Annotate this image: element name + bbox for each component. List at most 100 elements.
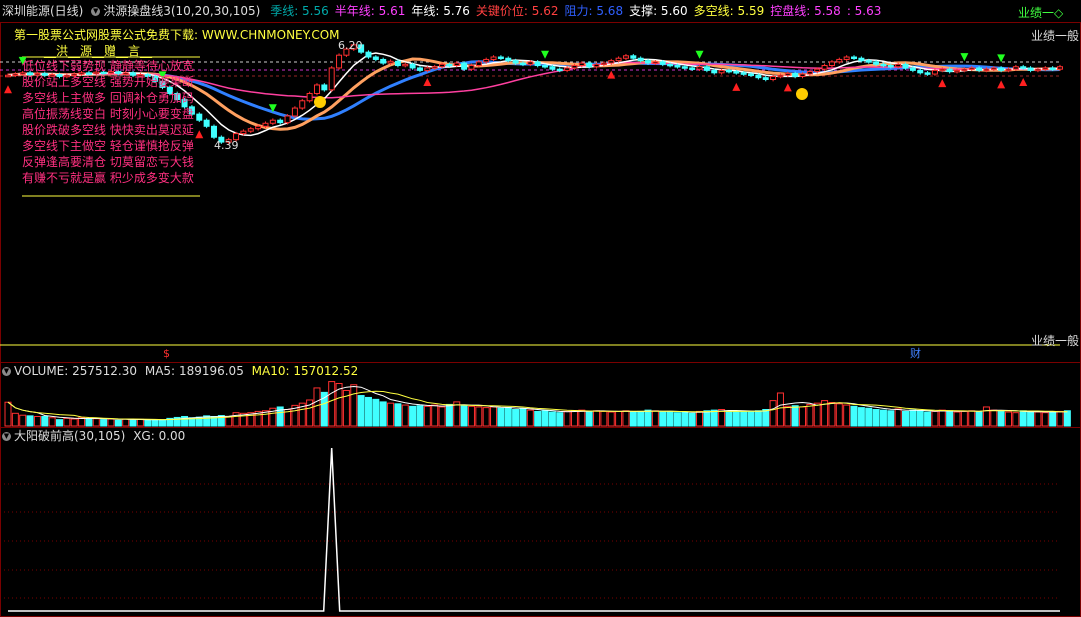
volume-bar (1034, 411, 1042, 427)
candle-body (976, 67, 983, 71)
candle-body (1042, 67, 1049, 70)
buy-arrow-icon (938, 79, 947, 88)
poem-title: __洪__源__赠__言__ (44, 44, 153, 58)
volume-bar (946, 410, 954, 427)
volume-bar (666, 410, 674, 427)
sell-arrow-icon (695, 50, 704, 59)
candle-body (946, 68, 953, 73)
volume-bar (394, 403, 402, 427)
volume-bar (357, 395, 365, 427)
candle-body (1027, 67, 1034, 71)
ma5-label: MA5: (144, 364, 176, 378)
volume-bar (791, 405, 799, 427)
volume-bar (379, 401, 387, 427)
candle-body (895, 63, 902, 68)
candle-body (931, 69, 938, 75)
candle-body (328, 67, 335, 91)
ma10-value: 157012.52 (293, 364, 359, 378)
candle-body (924, 72, 931, 75)
xg-value: 0.00 (158, 429, 186, 443)
volume-bar (725, 410, 733, 427)
volume-bar (445, 403, 453, 427)
volume-bar (696, 410, 704, 427)
buy-arrow-icon (423, 77, 432, 86)
volume-bar (902, 410, 910, 427)
volume-bar (637, 410, 645, 427)
candle-body (336, 54, 343, 69)
volume-bar (48, 417, 56, 427)
candle-body (505, 57, 512, 62)
candle-body (858, 57, 865, 62)
volume-bar (548, 411, 556, 427)
volume-bar (784, 405, 792, 427)
volume-bar (828, 402, 836, 427)
volume-bar (387, 402, 395, 427)
candle-body (306, 92, 313, 102)
sell-arrow-icon (960, 53, 969, 62)
volume-bar (570, 410, 578, 427)
volume-bar (1049, 411, 1057, 427)
buy-arrow-icon (4, 85, 12, 94)
candle-body (512, 60, 519, 64)
candle-body (578, 62, 585, 67)
candle-body (718, 69, 725, 74)
candle-body (887, 65, 894, 68)
candle-body (806, 71, 813, 75)
volume-bar (850, 405, 858, 427)
poem-line: 股价站上多空线 强势开始要果断 (22, 75, 194, 89)
candle-body (733, 71, 740, 74)
candle-body (277, 119, 284, 124)
volume-bar (92, 418, 100, 427)
performance-tag-top: 业绩一般 (1031, 29, 1080, 43)
candle-body (284, 115, 291, 124)
volume-bar (806, 403, 814, 427)
volume-bar (41, 415, 49, 427)
candle-body (439, 63, 446, 68)
finance-mark[interactable]: 财 (910, 346, 921, 362)
volume-bar (600, 410, 608, 427)
candle-body (5, 74, 11, 78)
candle-body (784, 72, 791, 76)
poem-line: 低位线下弱势现 静静等待心放宽 (22, 59, 194, 73)
candle-body (431, 66, 438, 69)
candle-body (637, 57, 644, 62)
volume-bar (990, 409, 998, 427)
volume-bar (607, 411, 615, 427)
candle-body (556, 68, 563, 72)
volume-bar (688, 412, 696, 427)
volume-bar (541, 410, 549, 427)
min-price-label: 4.39 (214, 139, 239, 152)
candle-body (453, 62, 460, 67)
poem-line: 股价跌破多空线 快快卖出莫迟延 (22, 123, 194, 137)
candle-body (725, 69, 732, 73)
candle-body (446, 63, 453, 67)
candle-body (394, 60, 401, 67)
max-price-label: 6.20 (338, 39, 363, 52)
volume-selector-icon[interactable]: ▼ (2, 367, 11, 376)
signal-selector-icon[interactable]: ▼ (2, 432, 11, 441)
volume-bar (997, 410, 1005, 427)
signal-line (8, 447, 1060, 612)
ad-line: 第一股票公式网股票公式免费下载: WWW.CHNMONEY.COM (14, 28, 340, 42)
volume-bar (313, 387, 321, 427)
candle-body (990, 67, 997, 70)
volume-bar (100, 419, 108, 427)
volume-bar (931, 410, 939, 427)
candle-body (762, 77, 769, 81)
volume-bar (497, 407, 505, 427)
candle-body (593, 63, 600, 68)
volume-bar (593, 410, 601, 427)
volume-bar (158, 419, 166, 427)
volume-bar (364, 396, 372, 427)
volume-bar (1027, 410, 1035, 427)
volume-bar (754, 410, 762, 427)
candle-body (255, 125, 262, 130)
candle-body (917, 69, 924, 74)
volume-bar (872, 409, 880, 427)
volume-bar (114, 419, 122, 427)
candle-body (534, 61, 541, 67)
buy-arrow-icon (732, 82, 741, 91)
candle-body (247, 128, 254, 132)
buy-arrow-icon (783, 83, 792, 92)
candle-body (380, 58, 387, 64)
